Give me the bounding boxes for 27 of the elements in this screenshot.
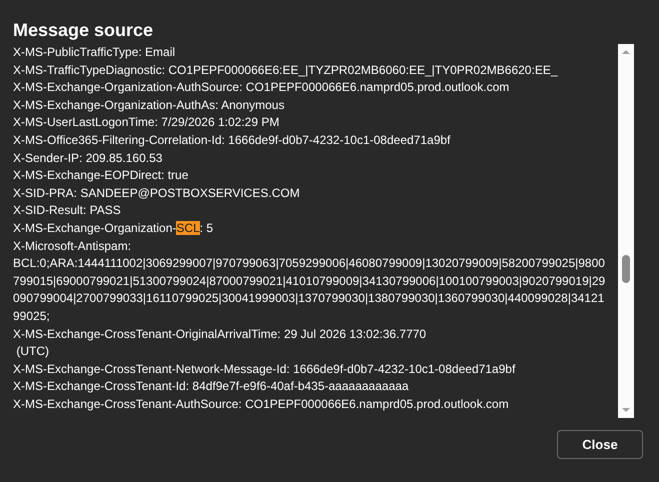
header-line: BCL:0;ARA:1444111002|3069299007|970799063|7059299006|46080799009|13020799009|58200799025|9800 — [13, 255, 606, 272]
header-line: X-MS-Exchange-Organization-AuthSource: CO1PEPF000066E6.namprd05.prod.outlook.com — [13, 79, 510, 96]
header-line: X-MS-Office365-Filtering-Correlation-Id: 1666de9f-d0b7-4232-10c1-08deed71a9bf — [13, 132, 452, 149]
scroll-down-icon[interactable] — [622, 407, 630, 413]
header-line: X-MS-Exchange-CrossTenant-Network-Message-Id: 1666de9f-d0b7-4232-10c1-08deed71a9bf — [13, 360, 516, 378]
header-line: X-MS-Exchange-Organization-SCL: 5 — [13, 220, 214, 237]
header-line: X-SID-Result: PASS — [13, 202, 122, 220]
header-line: X-MS-Exchange-CrossTenant-OriginalArrivalTime: 29 Jul 2026 13:02:36.7770 — [13, 326, 428, 342]
scrollbar[interactable] — [618, 44, 634, 418]
header-line: X-MS-PublicTrafficType: Email — [13, 44, 176, 61]
header-line: 99025; — [13, 308, 51, 325]
header-line: 090799004|2700799033|16110799025|30041999003|1370799030|1380799030|1360799030|440099028|34121 — [13, 290, 606, 308]
header-line: 799015|69000799021|51300799024|87000799021|41010799009|34130799006|100100799003|9020799019|29 — [13, 272, 606, 290]
dialog-title: Message source — [13, 19, 154, 41]
header-line: X-Microsoft-Antispam: — [13, 238, 132, 255]
header-line: X-MS-Exchange-CrossTenant-AuthSource: CO1PEPF000066E6.namprd05.prod.outlook.com — [13, 396, 510, 413]
header-line: X-Sender-IP: 209.85.160.53 — [13, 150, 164, 167]
header-line: X-MS-TrafficTypeDiagnostic: CO1PEPF000066E6:EE_|TYZPR02MB6060:EE_|TY0PR02MB6620:EE_ — [13, 62, 559, 79]
header-line: X-SID-PRA: SANDEEP@POSTBOXSERVICES.COM — [13, 184, 301, 202]
scroll-up-icon[interactable] — [622, 49, 630, 55]
header-line: X-MS-Exchange-CrossTenant-Id: 84df9e7f-e9f6-40af-b435-aaaaaaaaaaaa — [13, 378, 410, 396]
close-button[interactable]: Close — [557, 430, 643, 459]
header-line: X-MS-Exchange-Organization-AuthAs: Anonymous — [13, 96, 286, 114]
header-line: X-MS-Exchange-EOPDirect: true — [13, 167, 190, 184]
scrollbar-thumb[interactable] — [622, 255, 630, 283]
header-line: (UTC) — [15, 343, 50, 360]
header-line: X-MS-UserLastLogonTime: 7/29/2026 1:02:29 PM — [13, 114, 280, 132]
